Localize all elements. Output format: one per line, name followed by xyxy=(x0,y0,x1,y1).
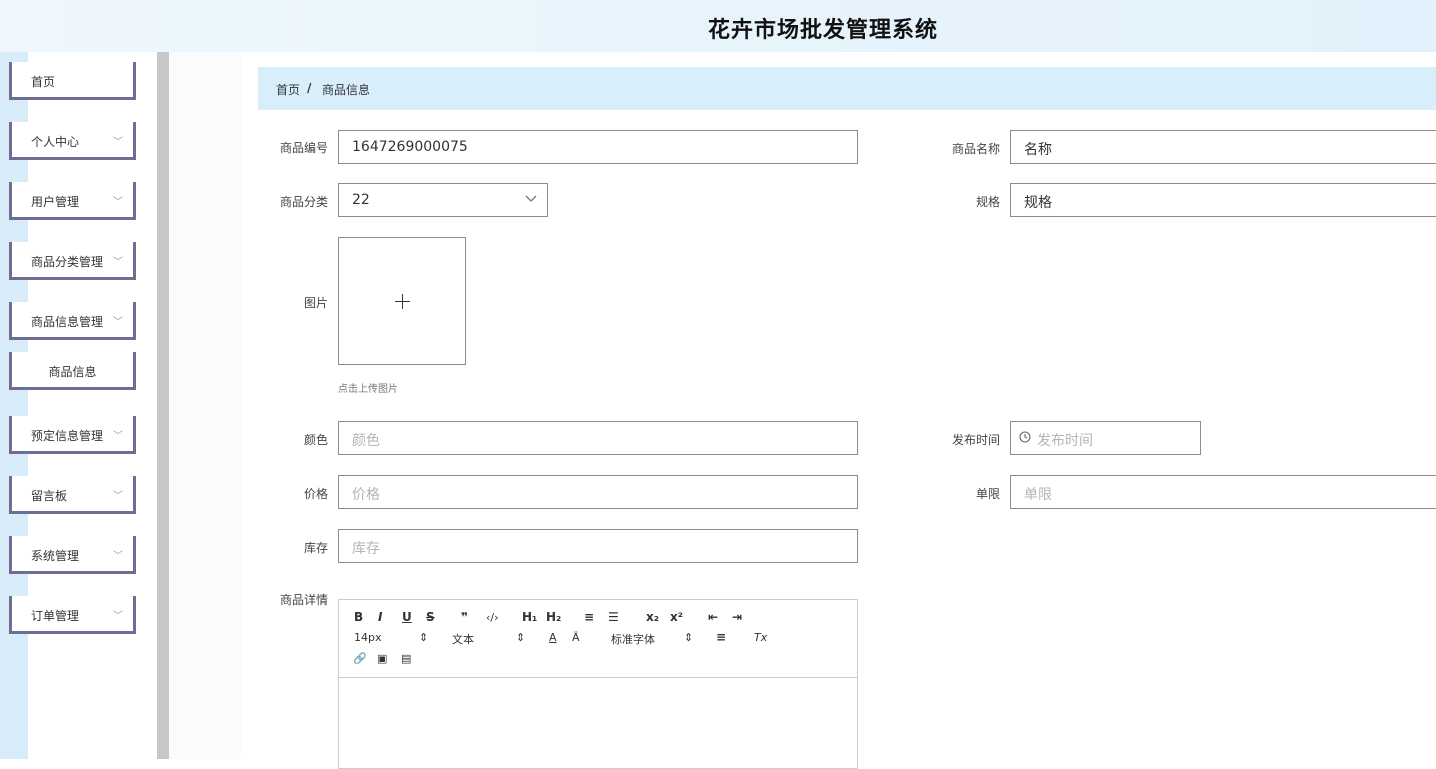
chevron-down-icon: ﹀ xyxy=(113,491,123,502)
link-icon[interactable]: 🔗 xyxy=(353,652,367,665)
sidebar-item-label: 首页 xyxy=(31,75,56,89)
subscript-icon[interactable]: x₂ xyxy=(646,610,659,624)
underline-icon[interactable]: U xyxy=(402,610,412,624)
spec-value: 规格 xyxy=(1024,195,1052,211)
clock-icon xyxy=(1019,431,1031,443)
strike-icon[interactable]: S xyxy=(426,610,435,624)
font-family-select[interactable]: 标准字体 xyxy=(611,631,655,647)
color-label: 颜色 xyxy=(303,433,328,447)
blockquote-icon[interactable]: ❞ xyxy=(461,610,468,624)
superscript-icon[interactable]: x² xyxy=(670,610,683,624)
breadcrumb-current: 商品信息 xyxy=(322,83,371,97)
clear-format-icon[interactable]: Tx xyxy=(754,631,767,644)
sidebar-item-label: 留言板 xyxy=(31,489,68,503)
price-label: 价格 xyxy=(303,487,328,501)
sidebar-item-user-management[interactable]: 用户管理 ﹀ xyxy=(9,182,136,220)
ordered-list-icon[interactable]: ≡ xyxy=(584,610,594,624)
sidebar-item-label: 个人中心 xyxy=(31,135,80,149)
app-title: 花卉市场批发管理系统 xyxy=(707,18,938,43)
spec-field[interactable]: 规格 xyxy=(1010,183,1436,217)
publish-time-picker[interactable]: 发布时间 xyxy=(1010,421,1201,455)
image-icon[interactable]: ▣ xyxy=(377,652,387,665)
product-name-value: 名称 xyxy=(1024,142,1052,158)
color-field[interactable]: 颜色 xyxy=(338,421,858,455)
color-placeholder: 颜色 xyxy=(352,433,380,449)
publish-time-label: 发布时间 xyxy=(951,433,1000,447)
sidebar-item-label: 商品分类管理 xyxy=(31,255,104,269)
product-code-field[interactable]: 1647269000075 xyxy=(338,130,858,164)
sidebar-item-label: 系统管理 xyxy=(31,549,80,563)
bold-icon[interactable]: B xyxy=(354,610,363,624)
stock-placeholder: 库存 xyxy=(352,541,380,557)
bullet-list-icon[interactable]: ☰ xyxy=(608,610,619,624)
sidebar-item-order-management[interactable]: 订单管理 ﹀ xyxy=(9,596,136,634)
select-arrow-icon: ⇕ xyxy=(419,631,429,644)
publish-time-placeholder: 发布时间 xyxy=(1037,433,1093,449)
sidebar-item-label: 订单管理 xyxy=(31,609,80,623)
video-icon[interactable]: ▤ xyxy=(401,652,411,665)
heading2-icon[interactable]: H₂ xyxy=(546,610,561,624)
detail-label: 商品详情 xyxy=(279,593,328,607)
product-name-field[interactable]: 名称 xyxy=(1010,130,1436,164)
stock-label: 库存 xyxy=(303,541,328,555)
chevron-down-icon: ﹀ xyxy=(113,611,123,622)
code-block-icon[interactable]: ‹/› xyxy=(486,611,499,624)
stock-field[interactable]: 库存 xyxy=(338,529,858,563)
sidebar-item-label: 商品信息管理 xyxy=(31,315,104,329)
chevron-down-icon: ﹀ xyxy=(113,431,123,442)
content-gutter xyxy=(169,52,241,759)
sidebar-item-category-management[interactable]: 商品分类管理 ﹀ xyxy=(9,242,136,280)
breadcrumb-separator: / xyxy=(307,81,312,95)
sidebar-item-label: 预定信息管理 xyxy=(31,429,104,443)
editor-content-area[interactable] xyxy=(339,678,857,768)
indent-icon[interactable]: ⇥ xyxy=(732,610,742,624)
image-upload[interactable] xyxy=(338,237,466,365)
top-header: 花卉市场批发管理系统 xyxy=(0,0,1436,52)
sidebar-item-reservation-management[interactable]: 预定信息管理 ﹀ xyxy=(9,416,136,454)
sidebar-item-label: 用户管理 xyxy=(31,195,80,209)
price-placeholder: 价格 xyxy=(352,487,380,503)
text-color-icon[interactable]: A xyxy=(549,631,557,644)
sidebar-item-product-management[interactable]: 商品信息管理 ﹀ xyxy=(9,302,136,340)
breadcrumb-home[interactable]: 首页 xyxy=(276,81,300,98)
upload-hint: 点击上传图片 xyxy=(338,384,398,395)
chevron-down-icon xyxy=(525,192,537,208)
chevron-down-icon: ﹀ xyxy=(113,137,123,148)
italic-icon[interactable]: I xyxy=(378,610,382,624)
block-type-select[interactable]: 文本 xyxy=(452,631,474,647)
breadcrumb: 首页 / 商品信息 xyxy=(258,67,1436,110)
chevron-down-icon: ﹀ xyxy=(113,257,123,268)
product-code-value: 1647269000075 xyxy=(352,139,468,155)
align-icon[interactable]: ≡ xyxy=(716,630,726,644)
sidebar-subitem-product-info[interactable]: 商品信息 xyxy=(9,352,136,390)
category-select[interactable]: 22 xyxy=(338,183,548,217)
select-arrow-icon: ⇕ xyxy=(516,631,526,644)
outdent-icon[interactable]: ⇤ xyxy=(708,610,718,624)
sidebar-item-home[interactable]: 首页 xyxy=(9,62,136,100)
code-label: 商品编号 xyxy=(279,141,328,155)
sidebar-item-label: 商品信息 xyxy=(48,365,97,379)
category-value: 22 xyxy=(352,192,370,208)
limit-label: 单限 xyxy=(975,487,1000,501)
chevron-down-icon: ﹀ xyxy=(113,317,123,328)
sidebar-item-message-board[interactable]: 留言板 ﹀ xyxy=(9,476,136,514)
font-size-select[interactable]: 14px xyxy=(354,631,382,644)
background-color-icon[interactable]: Ä xyxy=(572,631,580,644)
limit-field[interactable]: 单限 xyxy=(1010,475,1436,509)
heading1-icon[interactable]: H₁ xyxy=(522,610,537,624)
chevron-down-icon: ﹀ xyxy=(113,197,123,208)
rich-text-editor[interactable]: B I U S ❞ ‹/› H₁ H₂ ≡ ☰ x₂ x² ⇤ ⇥ 14px ⇕… xyxy=(338,599,858,769)
spec-label: 规格 xyxy=(975,195,1000,209)
category-label: 商品分类 xyxy=(279,195,328,209)
editor-toolbar: B I U S ❞ ‹/› H₁ H₂ ≡ ☰ x₂ x² ⇤ ⇥ 14px ⇕… xyxy=(339,600,857,678)
limit-placeholder: 单限 xyxy=(1024,487,1052,503)
sidebar-item-system-management[interactable]: 系统管理 ﹀ xyxy=(9,536,136,574)
image-label: 图片 xyxy=(303,296,328,310)
name-label: 商品名称 xyxy=(951,142,1000,156)
chevron-down-icon: ﹀ xyxy=(113,551,123,562)
select-arrow-icon: ⇕ xyxy=(684,631,694,644)
sidebar-item-personal-center[interactable]: 个人中心 ﹀ xyxy=(9,122,136,160)
sidebar-scrollbar[interactable] xyxy=(157,52,169,759)
price-field[interactable]: 价格 xyxy=(338,475,858,509)
